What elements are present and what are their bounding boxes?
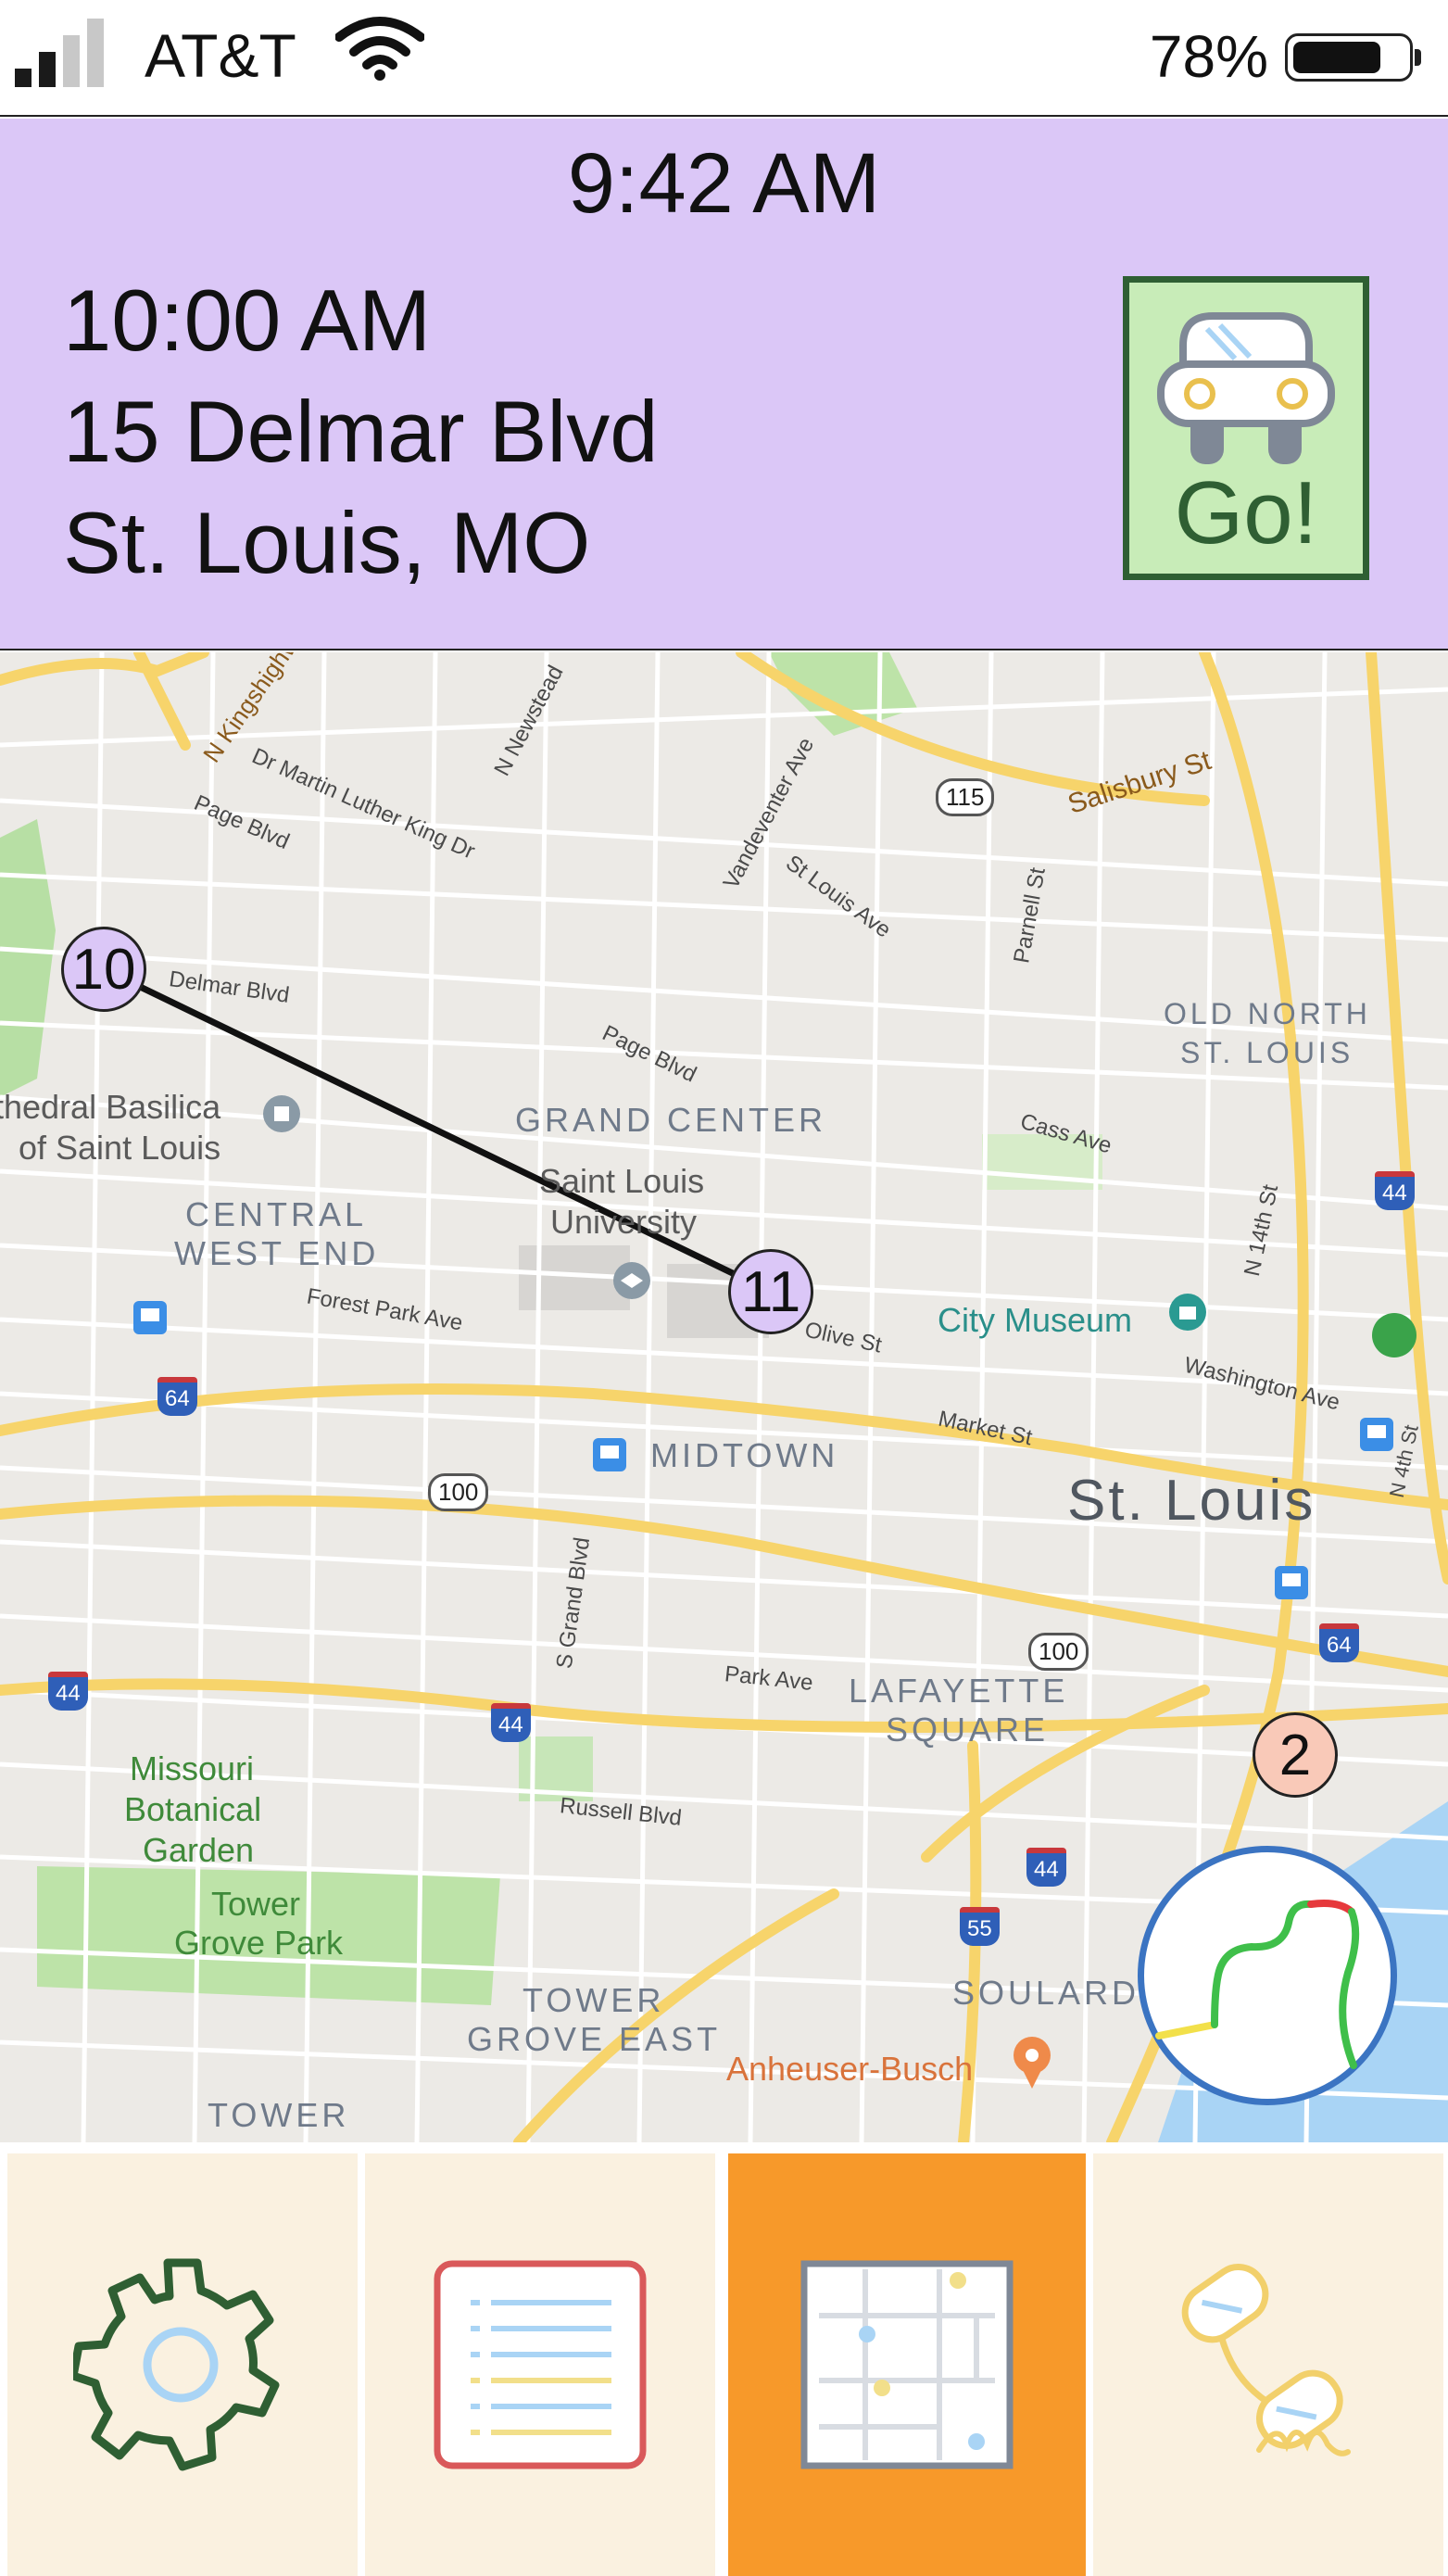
neighborhood-label: TOWER — [208, 2096, 350, 2134]
poi-label: Grove Park — [174, 1924, 344, 1962]
city-label: St. Louis — [1067, 1469, 1316, 1533]
route-marker-11[interactable]: 11 — [728, 1249, 813, 1334]
carrier-name: AT&T — [145, 21, 296, 90]
signal-bars-icon — [15, 17, 107, 87]
map-icon — [800, 2260, 1014, 2469]
gear-icon — [73, 2258, 280, 2471]
route-marker-10[interactable]: 10 — [61, 927, 146, 1012]
car-icon — [1157, 312, 1335, 464]
church-pin-icon — [263, 1095, 300, 1132]
poi-label: City Museum — [938, 1301, 1133, 1339]
neighborhood-label: GROVE EAST — [467, 2020, 722, 2058]
address-line-1: 15 Delmar Blvd — [63, 383, 659, 480]
tab-settings[interactable] — [7, 2153, 358, 2576]
appointment-details: 10:00 AM 15 Delmar Blvd St. Louis, MO — [63, 265, 659, 599]
poi-label: Garden — [143, 1831, 255, 1869]
neighborhood-label: ST. LOUIS — [1180, 1036, 1354, 1069]
neighborhood-label: WEST END — [174, 1234, 380, 1272]
transit-icon — [1360, 1418, 1393, 1451]
neighborhood-label: OLD NORTH — [1164, 997, 1371, 1030]
list-icon — [434, 2260, 647, 2469]
battery-icon — [1285, 33, 1421, 82]
poi-label: Missouri — [130, 1749, 255, 1787]
appointment-time: 10:00 AM — [63, 271, 432, 369]
tab-map[interactable] — [728, 2153, 1086, 2576]
transit-icon — [593, 1438, 626, 1471]
neighborhood-label: GRAND CENTER — [515, 1101, 827, 1139]
highway-shield: 100 — [428, 1473, 489, 1511]
school-pin-icon — [613, 1262, 650, 1299]
bottom-nav — [0, 2142, 1448, 2576]
transit-icon — [133, 1301, 167, 1334]
tab-list[interactable] — [365, 2153, 715, 2576]
poi-label: Tower — [211, 1885, 301, 1923]
go-button[interactable]: Go! — [1123, 276, 1369, 580]
phone-icon — [1181, 2264, 1351, 2456]
poi-label: of Saint Louis — [19, 1129, 221, 1167]
poi-label: Botanical — [124, 1790, 262, 1828]
battery-level-fill — [1293, 42, 1380, 73]
neighborhood-label: MIDTOWN — [650, 1436, 839, 1474]
highway-shield: 64 — [1319, 1623, 1359, 1662]
wifi-icon — [335, 17, 424, 81]
poi-label: University — [550, 1203, 698, 1241]
park-pin-icon — [1372, 1313, 1417, 1357]
highway-shield: 64 — [157, 1377, 197, 1416]
highway-shield: 44 — [491, 1703, 531, 1742]
poi-label: Saint Louis — [539, 1162, 705, 1200]
route-map[interactable]: N Kingshighway Dr Martin Luther King Dr … — [0, 652, 1448, 2142]
traffic-overview-button[interactable] — [1138, 1846, 1397, 2105]
current-time: 9:42 AM — [567, 136, 881, 231]
go-label: Go! — [1174, 463, 1318, 562]
poi-label: thedral Basilica — [0, 1088, 221, 1126]
highway-shield: 44 — [1026, 1848, 1066, 1887]
neighborhood-label: TOWER — [523, 1981, 665, 2019]
route-marker-2[interactable]: 2 — [1253, 1712, 1338, 1798]
highway-shield: 115 — [936, 778, 995, 816]
battery-percentage: 78% — [1149, 23, 1268, 90]
museum-pin-icon — [1169, 1294, 1206, 1331]
neighborhood-label: SOULARD — [952, 1974, 1140, 2012]
place-pin-icon — [1014, 2037, 1051, 2089]
route-traffic-icon — [1155, 1900, 1360, 2069]
neighborhood-label: LAFAYETTE — [849, 1672, 1069, 1710]
poi-label: Anheuser-Busch — [726, 2050, 974, 2088]
neighborhood-label: CENTRAL — [185, 1195, 368, 1233]
transit-icon — [1275, 1566, 1308, 1599]
highway-shield: 44 — [1375, 1171, 1415, 1210]
tab-phone[interactable] — [1093, 2153, 1443, 2576]
address-line-2: St. Louis, MO — [63, 494, 591, 591]
appointment-header: 9:42 AM 10:00 AM 15 Delmar Blvd St. Loui… — [0, 119, 1448, 650]
highway-shield: 55 — [960, 1907, 1000, 1946]
neighborhood-label: SQUARE — [886, 1711, 1050, 1749]
highway-shield: 100 — [1028, 1633, 1089, 1671]
status-bar: AT&T 78% — [0, 0, 1448, 117]
highway-shield: 44 — [48, 1672, 88, 1711]
